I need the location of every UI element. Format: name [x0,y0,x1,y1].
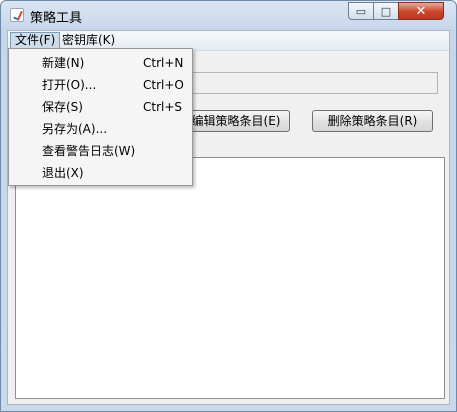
file-menu-dropdown: 新建(N) Ctrl+N 打开(O)... Ctrl+O 保存(S) Ctrl+… [8,48,193,186]
menu-item-exit[interactable]: 退出(X) [9,162,192,184]
window-title: 策略工具 [30,11,83,26]
minimize-icon: ▭ [355,4,367,18]
maximize-button[interactable]: □ [373,2,399,20]
policy-entry-list[interactable] [15,157,445,399]
close-button[interactable]: ✕ [398,2,444,20]
java-app-icon [10,8,24,22]
menu-item-label: 查看警告日志(W) [42,144,136,158]
menu-item-save[interactable]: 保存(S) Ctrl+S [9,96,192,118]
menu-item-label: 另存为(A)... [42,122,108,136]
menu-item-shortcut: Ctrl+O [143,78,184,92]
menu-item-shortcut: Ctrl+N [143,56,184,70]
title-bar[interactable]: 策略工具 ▭ □ ✕ [1,1,456,29]
minimize-button[interactable]: ▭ [348,2,374,20]
menu-keystore[interactable]: 密钥库(K) [58,32,119,49]
menu-file[interactable]: 文件(F) [10,32,61,49]
menu-item-view-warning-log[interactable]: 查看警告日志(W) [9,140,192,162]
menu-item-shortcut: Ctrl+S [143,100,183,114]
menu-item-new[interactable]: 新建(N) Ctrl+N [9,52,192,74]
edit-policy-entry-button[interactable]: 编辑策略条目(E) [182,110,290,132]
delete-policy-entry-button[interactable]: 删除策略条目(R) [312,110,433,132]
menu-item-label: 退出(X) [42,166,84,180]
menu-item-label: 新建(N) [42,56,85,70]
maximize-icon: □ [380,4,392,18]
menu-item-label: 保存(S) [42,100,83,114]
close-icon: ✕ [415,3,427,19]
menu-item-open[interactable]: 打开(O)... Ctrl+O [9,74,192,96]
menu-item-save-as[interactable]: 另存为(A)... [9,118,192,140]
menu-item-label: 打开(O)... [42,78,97,92]
